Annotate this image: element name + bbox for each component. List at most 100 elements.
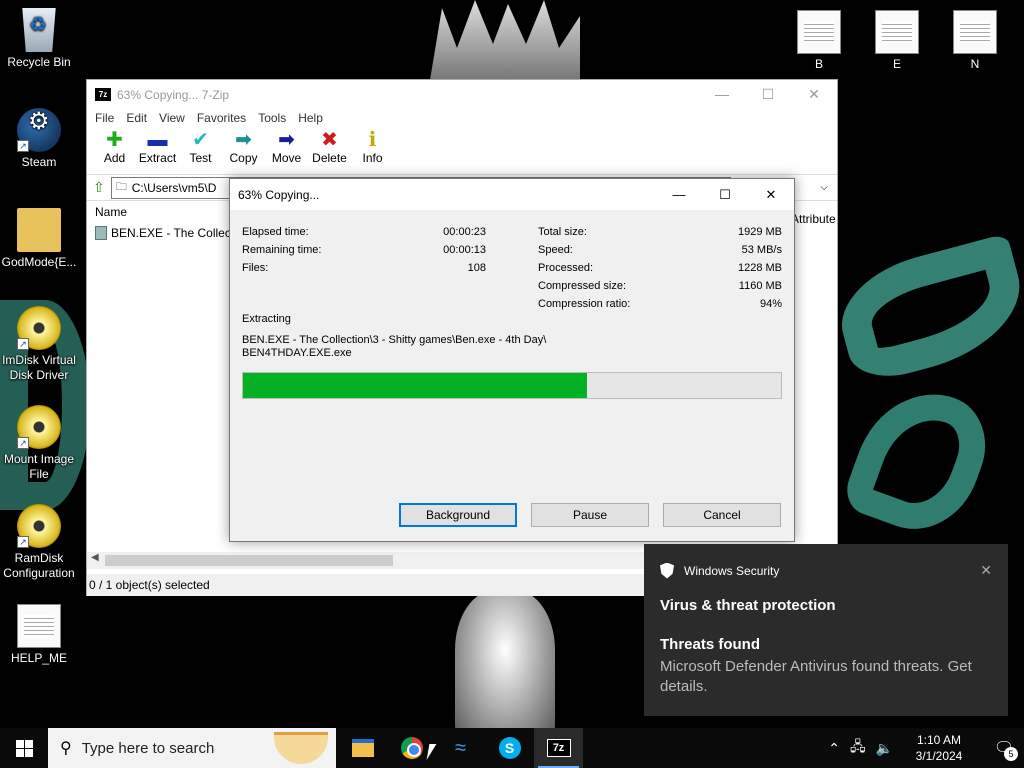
desktop-icon-ramdisk[interactable]: ↗ RamDisk Configuration — [0, 504, 78, 581]
desktop-icon-e[interactable]: E — [858, 10, 936, 72]
toolbar-move-button[interactable]: ➡ Move — [265, 129, 308, 174]
dialog-titlebar[interactable]: 63% Copying... — ☐ ✕ — [230, 179, 794, 210]
menu-favorites[interactable]: Favorites — [191, 109, 252, 129]
pause-button[interactable]: Pause — [531, 503, 649, 527]
main-window-titlebar[interactable]: 7z 63% Copying... 7-Zip — ☐ ✕ — [87, 80, 837, 109]
menu-file[interactable]: File — [89, 109, 120, 129]
maximize-icon[interactable]: ☐ — [702, 187, 748, 203]
desktop-icon-mount-image[interactable]: ↗ Mount Image File — [0, 405, 78, 482]
chrome-icon — [400, 737, 423, 759]
background-button[interactable]: Background — [399, 503, 517, 527]
toolbar-test-button[interactable]: ✔ Test — [179, 129, 222, 174]
stat-label: Files: — [242, 262, 269, 274]
toolbar-add-button[interactable]: ✚ Add — [93, 129, 136, 174]
taskbar-dolphin[interactable]: ≈ — [436, 728, 485, 768]
clock[interactable]: 1:10 AM 3/1/2024 — [904, 732, 974, 764]
toolbar-delete-button[interactable]: ✖ Delete — [308, 129, 351, 174]
toolbar-button-label: Extract — [138, 151, 177, 165]
start-button[interactable] — [0, 728, 48, 768]
7zip-app-icon: 7z — [95, 88, 111, 101]
stat-value: 00:00:13 — [443, 244, 486, 256]
toolbar-copy-button[interactable]: ➡ Copy — [222, 129, 265, 174]
progress-bar — [242, 372, 782, 399]
chevron-up-icon[interactable]: ⌃ — [828, 740, 840, 757]
menu-edit[interactable]: Edit — [120, 109, 153, 129]
stat-value: 1228 MB — [737, 262, 782, 274]
folder-path-icon: 🗀 — [115, 181, 127, 193]
shield-icon — [660, 562, 674, 579]
column-name-header[interactable]: Name — [95, 205, 127, 219]
taskbar-file-explorer[interactable] — [338, 728, 387, 768]
close-icon[interactable]: ✕ — [748, 187, 794, 203]
toast-app-name: Windows Security — [684, 563, 780, 578]
toolbar-info-button[interactable]: ℹ Info — [351, 129, 394, 174]
column-attributes-header[interactable]: Attribute — [791, 212, 836, 226]
stat-row-speed: Speed: 53 MB/s — [538, 241, 782, 259]
minimize-icon[interactable]: — — [699, 86, 745, 103]
minimize-icon[interactable]: — — [656, 187, 702, 203]
stat-row-total-size: Total size: 1929 MB — [538, 223, 782, 241]
toolbar-extract-button[interactable]: ▬ Extract — [136, 129, 179, 174]
maximize-icon[interactable]: ☐ — [745, 86, 791, 103]
security-toast[interactable]: Windows Security ✕ Virus & threat protec… — [644, 544, 1008, 716]
search-placeholder: Type here to search — [81, 739, 215, 757]
desktop-icon-n[interactable]: N — [936, 10, 1014, 72]
shortcut-arrow-icon: ↗ — [17, 338, 29, 350]
folder-up-icon[interactable]: ⇧ — [93, 179, 105, 196]
stat-label: Elapsed time: — [242, 226, 309, 238]
windows-logo-icon — [15, 739, 33, 757]
scrollbar-thumb[interactable] — [105, 555, 393, 566]
cancel-button[interactable]: Cancel — [663, 503, 781, 527]
stat-row-files: Files: 108 — [242, 259, 486, 277]
stat-row-elapsed: Elapsed time: 00:00:23 — [242, 223, 486, 241]
delete-x-icon: ✖ — [321, 129, 338, 151]
desktop-icon-label: E — [892, 57, 901, 71]
dolphin-icon: ≈ — [455, 736, 466, 759]
network-icon[interactable]: 🖧 — [850, 736, 866, 760]
stat-row-remaining: Remaining time: 00:00:13 — [242, 241, 486, 259]
taskbar-skype[interactable]: S — [485, 728, 534, 768]
status-text: 0 / 1 object(s) selected — [89, 578, 210, 592]
stat-label: Compression ratio: — [538, 298, 631, 310]
stat-label: Compressed size: — [538, 280, 627, 292]
close-icon[interactable]: ✕ — [791, 86, 837, 103]
menu-tools[interactable]: Tools — [252, 109, 292, 129]
shortcut-arrow-icon: ↗ — [17, 140, 29, 152]
copy-progress-dialog: 63% Copying... — ☐ ✕ Elapsed time: 00:00:… — [229, 178, 795, 542]
action-label: Extracting — [242, 313, 291, 325]
stat-row-compression-ratio: Compression ratio: 94% — [538, 295, 782, 313]
move-arrow-icon: ➡ — [278, 129, 295, 151]
time-stats: Elapsed time: 00:00:23 Remaining time: 00:… — [242, 223, 486, 277]
stat-label: Total size: — [538, 226, 587, 238]
skype-icon: S — [498, 737, 521, 759]
stat-label: Remaining time: — [242, 244, 322, 256]
steam-icon: ↗ — [17, 108, 61, 152]
chevron-down-icon[interactable]: ⌵ — [815, 182, 833, 193]
check-icon: ✔ — [192, 129, 209, 151]
desktop-icon-steam[interactable]: ↗ Steam — [0, 108, 78, 170]
menu-help[interactable]: Help — [292, 109, 329, 129]
recycle-bin-icon — [22, 8, 56, 52]
minus-icon: ▬ — [147, 129, 168, 151]
search-box[interactable]: ⚲ Type here to search — [48, 728, 336, 768]
desktop-icon-imdisk[interactable]: ↗ ImDisk Virtual Disk Driver — [0, 306, 78, 383]
menu-view[interactable]: View — [153, 109, 191, 129]
scroll-left-icon[interactable]: ◀ — [91, 552, 99, 563]
main-window-title: 63% Copying... 7-Zip — [117, 87, 230, 102]
taskbar-7zip[interactable]: 7z — [534, 728, 583, 768]
desktop-icon-recycle-bin[interactable]: Recycle Bin — [0, 8, 78, 70]
desktop-icon-help-me[interactable]: HELP_ME — [0, 604, 78, 666]
file-icon — [95, 226, 107, 240]
toast-title: Virus & threat protection — [660, 597, 836, 614]
desktop-icon-b[interactable]: B — [780, 10, 858, 72]
volume-icon[interactable]: 🔈 — [876, 740, 893, 757]
toolbar-button-label: Info — [362, 151, 383, 165]
clock-date: 3/1/2024 — [915, 749, 963, 763]
close-icon[interactable]: ✕ — [980, 562, 992, 579]
notification-center-button[interactable]: 🗨 5 — [984, 728, 1024, 768]
search-icon: ⚲ — [60, 740, 72, 757]
taskbar: ⚲ Type here to search ≈ S 7z ⌃ 🖧 🔈 1:10 … — [0, 728, 1024, 768]
desktop-icon-godmode[interactable]: GodMode{E... — [0, 208, 78, 270]
toolbar: ✚ Add ▬ Extract ✔ Test ➡ Copy ➡ Move ✖ Delete ℹ Info — [87, 129, 837, 175]
progress-fill — [243, 373, 588, 398]
